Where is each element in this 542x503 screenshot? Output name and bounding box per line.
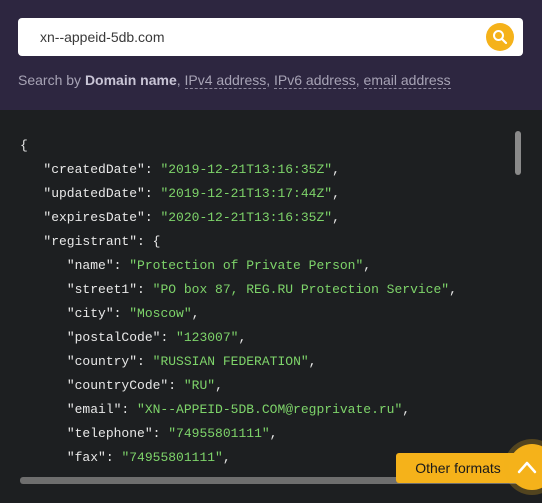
json-value: "2019-12-21T13:17:44Z": [160, 186, 333, 201]
email-link[interactable]: email address: [363, 72, 451, 89]
search-input[interactable]: [40, 18, 480, 56]
json-key: "fax": [66, 450, 106, 465]
json-key: "expiresDate": [43, 210, 145, 225]
ipv6-link[interactable]: IPv6 address: [274, 72, 356, 89]
hint-separator: ,: [266, 72, 271, 88]
json-key: "city": [66, 306, 114, 321]
json-key: "createdDate": [43, 162, 145, 177]
json-key: "email": [66, 402, 122, 417]
domain-name-option: Domain name: [84, 72, 177, 88]
hint-separator: ,: [355, 72, 360, 88]
search-header: Search by Domain name, IPv4 address, IPv…: [0, 0, 542, 110]
json-key: "name": [66, 258, 114, 273]
other-formats-button[interactable]: Other formats: [396, 453, 520, 483]
json-key: "updatedDate": [43, 186, 145, 201]
json-key: "street1": [66, 282, 138, 297]
json-value: "Protection of Private Person": [129, 258, 364, 273]
json-key: "countryCode": [66, 378, 169, 393]
json-value: "PO box 87, REG.RU Protection Service": [152, 282, 450, 297]
json-key: "country": [66, 354, 138, 369]
json-value: "2019-12-21T13:16:35Z": [160, 162, 333, 177]
hint-prefix: Search by: [18, 72, 82, 88]
json-value: "Moscow": [129, 306, 192, 321]
hint-separator: ,: [176, 72, 181, 88]
json-key: "telephone": [66, 426, 153, 441]
ipv4-link[interactable]: IPv4 address: [184, 72, 267, 89]
json-value: "2020-12-21T13:16:35Z": [160, 210, 333, 225]
search-bar: [18, 18, 523, 56]
chevron-up-icon: [517, 461, 537, 474]
vertical-scrollbar[interactable]: [515, 131, 521, 175]
json-value: "123007": [176, 330, 239, 345]
json-value: "XN--APPEID-5DB.COM@regprivate.ru": [137, 402, 403, 417]
json-value: "74955801111": [168, 426, 270, 441]
json-value: "RUSSIAN FEDERATION": [152, 354, 309, 369]
whois-json-panel: { "createdDate": "2019-12-21T13:16:35Z",…: [0, 110, 542, 503]
search-button[interactable]: [486, 23, 514, 51]
json-value: "RU": [183, 378, 216, 393]
json-value: "74955801111": [121, 450, 223, 465]
json-key: "registrant": [43, 234, 138, 249]
search-hint: Search by Domain name, IPv4 address, IPv…: [18, 72, 451, 89]
search-icon: [493, 30, 508, 45]
json-key: "postalCode": [66, 330, 161, 345]
json-open-brace: {: [20, 138, 28, 153]
json-output: { "createdDate": "2019-12-21T13:16:35Z",…: [20, 138, 457, 465]
